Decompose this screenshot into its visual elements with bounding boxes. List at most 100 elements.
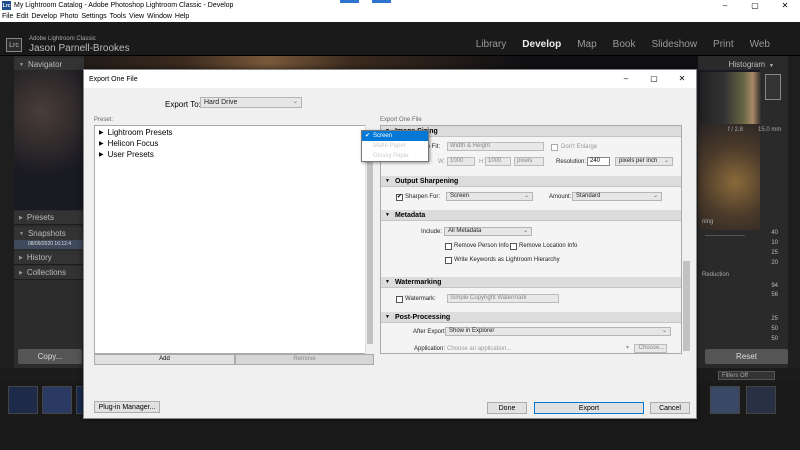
units-dropdown[interactable]: pixels — [514, 157, 544, 166]
remove-location-checkbox[interactable] — [510, 243, 517, 250]
presets-header[interactable]: ▶ Presets — [14, 211, 84, 225]
menu-tools[interactable]: Tools — [110, 13, 126, 20]
plugin-manager-button[interactable]: Plug-in Manager... — [94, 401, 160, 413]
expand-triangle-icon: ▶ — [99, 130, 104, 136]
reset-button[interactable]: Reset — [705, 349, 788, 364]
write-keywords-checkbox[interactable] — [445, 257, 452, 264]
preset-folder-lightroom[interactable]: ▶ Lightroom Presets — [99, 128, 173, 137]
watermark-checkbox[interactable] — [396, 296, 403, 303]
product-name: Adobe Lightroom Classic — [29, 36, 96, 42]
application-input[interactable]: Choose an application... — [447, 346, 511, 352]
copy-button[interactable]: Copy... — [18, 349, 82, 364]
module-picker: Library Develop Map Book Slideshow Print… — [460, 39, 770, 50]
filter-dropdown[interactable]: Filters Off — [718, 371, 775, 380]
menu-develop[interactable]: Develop — [31, 13, 57, 20]
history-label: History — [26, 253, 52, 262]
metadata-body: Include: All Metadata ⌄ Remove Person In… — [381, 221, 681, 277]
slider-value: 40 — [771, 230, 778, 236]
filmstrip-thumbnail[interactable] — [42, 386, 72, 414]
taskbar-indicator-2 — [372, 0, 391, 3]
menu-window[interactable]: Window — [147, 13, 172, 20]
sharpen-option-screen[interactable]: Screen — [362, 131, 428, 141]
settings-scrollbar[interactable] — [682, 125, 691, 354]
done-button[interactable]: Done — [487, 402, 527, 414]
after-export-dropdown[interactable]: Show in Explorer ⌄ — [445, 327, 671, 336]
filmstrip-thumbnail[interactable] — [746, 386, 776, 414]
width-label: W: — [438, 159, 446, 165]
dialog-title: Export One File — [89, 75, 138, 83]
sharpen-for-checkbox[interactable]: ✔ — [396, 194, 403, 201]
filmstrip-thumbnail[interactable] — [8, 386, 38, 414]
module-book[interactable]: Book — [613, 39, 636, 50]
choose-application-button[interactable]: Choose... — [634, 344, 667, 353]
preset-folder-user[interactable]: ▶ User Presets — [99, 150, 154, 159]
module-develop[interactable]: Develop — [522, 39, 561, 50]
dont-enlarge-checkbox[interactable] — [551, 144, 558, 151]
metadata-header[interactable]: ▼ Metadata — [381, 210, 681, 221]
export-one-file-label: Export One File — [380, 117, 422, 123]
slider-value: 25 — [771, 316, 778, 322]
resize-mode-dropdown[interactable]: Width & Height — [447, 142, 544, 151]
export-to-dropdown[interactable]: Hard Drive ⌄ — [200, 97, 302, 108]
watermarking-header[interactable]: ▼ Watermarking — [381, 277, 681, 288]
brand-block: Adobe Lightroom Classic Jason Parnell-Br… — [29, 36, 130, 54]
dialog-maximize-icon[interactable]: ▢ — [640, 70, 668, 88]
scrollbar-thumb[interactable] — [367, 135, 373, 344]
watermark-dropdown[interactable]: Simple Copyright Watermark — [447, 294, 559, 303]
export-button[interactable]: Export — [534, 402, 644, 414]
menu-file[interactable]: File — [2, 13, 13, 20]
preset-folder-helicon[interactable]: ▶ Helicon Focus — [99, 139, 158, 148]
output-sharpening-header[interactable]: ▼ Output Sharpening — [381, 176, 681, 187]
snapshots-header[interactable]: ▼ Snapshots — [14, 227, 84, 241]
expand-triangle-icon: ▶ — [99, 152, 104, 158]
maximize-icon[interactable]: ▢ — [740, 0, 770, 11]
section-title: Output Sharpening — [394, 177, 459, 185]
remove-preset-button[interactable]: Remove — [235, 354, 374, 365]
menu-view[interactable]: View — [129, 13, 144, 20]
menu-photo[interactable]: Photo — [60, 13, 78, 20]
width-input[interactable]: 1000 — [447, 157, 475, 166]
sharpening-label: ning — [702, 219, 714, 225]
menu-help[interactable]: Help — [175, 13, 189, 20]
collections-header[interactable]: ▶ Collections — [14, 266, 84, 280]
module-web[interactable]: Web — [750, 39, 770, 50]
scrollbar-thumb[interactable] — [683, 261, 690, 351]
amount-dropdown[interactable]: Standard ⌄ — [572, 192, 662, 201]
export-to-label: Export To: — [165, 100, 201, 109]
sharpen-for-dropdown[interactable]: Screen ⌄ — [446, 192, 533, 201]
post-processing-header[interactable]: ▼ Post-Processing — [381, 312, 681, 323]
presets-label: Presets — [26, 213, 54, 222]
filmstrip-thumbnail[interactable] — [710, 386, 740, 414]
amount-slider[interactable] — [705, 235, 745, 236]
dialog-minimize-icon[interactable]: – — [612, 70, 640, 88]
menu-settings[interactable]: Settings — [81, 13, 106, 20]
module-library[interactable]: Library — [476, 39, 507, 50]
resolution-units-dropdown[interactable]: pixels per inch ⌄ — [615, 157, 673, 166]
module-map[interactable]: Map — [577, 39, 596, 50]
dialog-close-icon[interactable]: ✕ — [668, 70, 696, 88]
include-dropdown[interactable]: All Metadata ⌄ — [444, 227, 532, 236]
close-icon[interactable]: ✕ — [770, 0, 800, 11]
cancel-button[interactable]: Cancel — [650, 402, 690, 414]
menu-edit[interactable]: Edit — [16, 13, 28, 20]
slider-value: 20 — [771, 260, 778, 266]
collections-label: Collections — [26, 268, 66, 277]
navigator-preview — [14, 70, 84, 210]
add-preset-button[interactable]: Add — [94, 354, 235, 365]
left-edge-strip — [0, 56, 14, 376]
clipping-indicator-icon[interactable] — [765, 74, 781, 100]
resolution-input[interactable]: 240 — [587, 157, 610, 166]
sharpen-option-matte[interactable]: Matte Paper — [362, 141, 428, 151]
history-header[interactable]: ▶ History — [14, 251, 84, 265]
user-name: Jason Parnell-Brookes — [29, 43, 130, 54]
module-print[interactable]: Print — [713, 39, 734, 50]
module-slideshow[interactable]: Slideshow — [651, 39, 697, 50]
snapshot-item[interactable]: 08/09/2020 16:12:4 — [14, 240, 84, 249]
minimize-icon[interactable]: – — [710, 0, 740, 11]
sharpen-option-glossy[interactable]: Glossy Paper — [362, 151, 428, 161]
sharpen-for-options: Screen Matte Paper Glossy Paper — [361, 130, 429, 162]
chevron-down-icon: ⌄ — [523, 193, 529, 199]
remove-person-checkbox[interactable] — [445, 243, 452, 250]
height-input[interactable]: 1000 — [485, 157, 511, 166]
chevron-down-icon: ⌄ — [652, 193, 658, 199]
